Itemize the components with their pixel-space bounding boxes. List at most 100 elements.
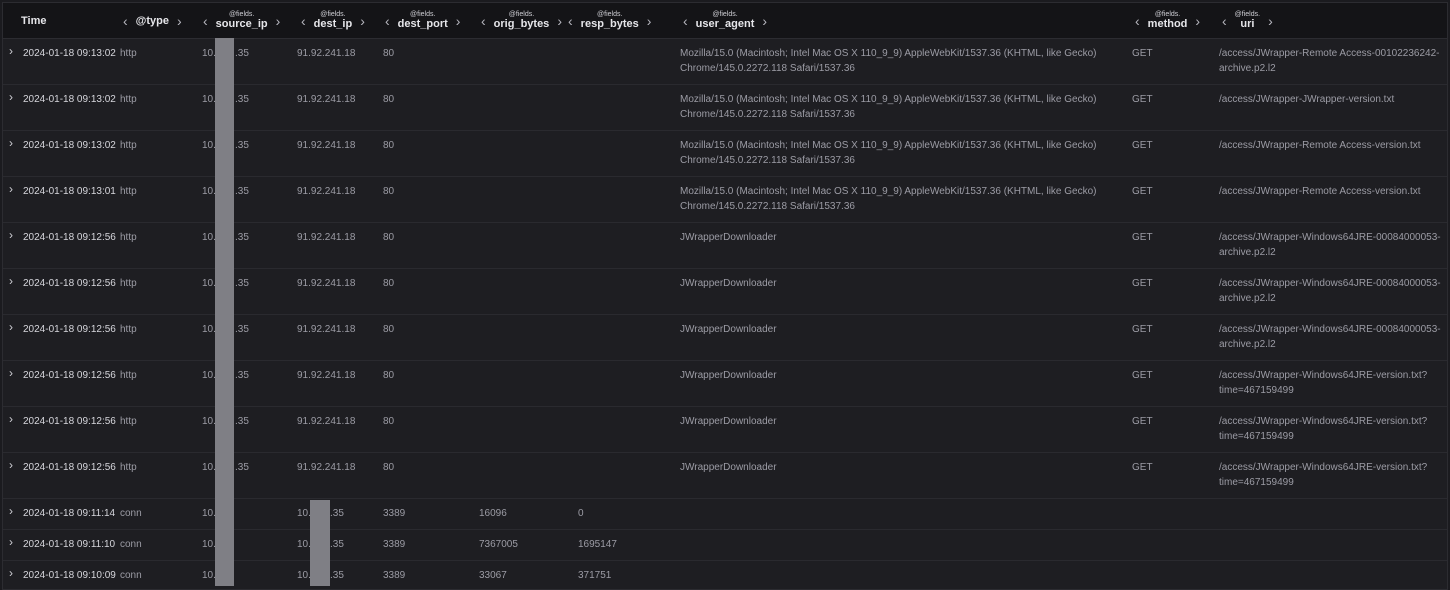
cell-user-agent: Mozilla/15.0 (Macintosh; Intel Mac OS X … <box>680 140 1097 166</box>
column-header-user-agent[interactable]: ‹ @fields. user_agent › <box>681 3 769 38</box>
cell-uri: /access/JWrapper-JWrapper-version.txt <box>1219 94 1395 105</box>
cell-method: GET <box>1132 94 1153 105</box>
cell-time: 2024-01-18 09:13:01 <box>23 186 116 197</box>
cell-dest-port: 80 <box>383 232 395 243</box>
chevron-right-icon[interactable]: › <box>9 274 13 288</box>
cell-method: GET <box>1132 232 1153 243</box>
chevron-left-icon[interactable]: ‹ <box>479 14 488 28</box>
cell-resp-bytes: 0 <box>578 508 584 519</box>
chevron-left-icon[interactable]: ‹ <box>1133 14 1142 28</box>
cell-source-ip-tail: .35 <box>235 232 249 243</box>
chevron-left-icon[interactable]: ‹ <box>201 14 210 28</box>
cell-orig-bytes: 7367005 <box>479 539 518 550</box>
chevron-right-icon[interactable]: › <box>9 228 13 242</box>
column-header-type[interactable]: ‹ @type › <box>121 3 184 38</box>
chevron-right-icon[interactable]: › <box>9 182 13 196</box>
cell-type: http <box>120 278 137 289</box>
cell-dest-port: 80 <box>383 324 395 335</box>
cell-resp-bytes: 1695147 <box>578 539 617 550</box>
cell-time: 2024-01-18 09:12:56 <box>23 370 116 381</box>
cell-time: 2024-01-18 09:12:56 <box>23 232 116 243</box>
chevron-left-icon[interactable]: ‹ <box>121 14 130 28</box>
chevron-left-icon[interactable]: ‹ <box>566 14 575 28</box>
cell-dest-ip: 91.92.241.18 <box>297 370 356 381</box>
column-header-orig-bytes[interactable]: ‹ @fields. orig_bytes › <box>479 3 564 38</box>
chevron-right-icon[interactable]: › <box>9 90 13 104</box>
chevron-right-icon[interactable]: › <box>645 14 654 28</box>
cell-source-ip: 10. <box>202 48 216 59</box>
cell-dest-ip-tail: .35 <box>330 508 344 519</box>
column-label: @type <box>135 14 170 27</box>
cell-uri: /access/JWrapper-Windows64JRE-version.tx… <box>1219 416 1428 442</box>
chevron-right-icon[interactable]: › <box>9 412 13 426</box>
cell-user-agent: JWrapperDownloader <box>680 324 777 335</box>
column-label: method <box>1147 18 1188 30</box>
column-header-uri[interactable]: ‹ @fields. uri › <box>1220 3 1275 38</box>
cell-orig-bytes: 33067 <box>479 570 507 581</box>
cell-dest-port: 80 <box>383 370 395 381</box>
cell-user-agent: Mozilla/15.0 (Macintosh; Intel Mac OS X … <box>680 48 1097 74</box>
cell-method: GET <box>1132 140 1153 151</box>
chevron-right-icon[interactable]: › <box>9 458 13 472</box>
cell-dest-ip: 10. <box>297 539 311 550</box>
chevron-right-icon[interactable]: › <box>454 14 463 28</box>
column-header-source-ip[interactable]: ‹ @fields. source_ip › <box>201 3 282 38</box>
cell-source-ip-tail: .35 <box>235 48 249 59</box>
column-header-resp-bytes[interactable]: ‹ @fields. resp_bytes › <box>566 3 653 38</box>
cell-type: http <box>120 416 137 427</box>
column-label-stack: @fields. resp_bytes <box>581 11 639 30</box>
column-prefix: @fields. <box>597 11 623 18</box>
cell-dest-port: 80 <box>383 94 395 105</box>
cell-dest-ip: 91.92.241.18 <box>297 462 356 473</box>
chevron-right-icon[interactable]: › <box>9 44 13 58</box>
chevron-right-icon[interactable]: › <box>175 14 184 28</box>
cell-dest-ip: 91.92.241.18 <box>297 140 356 151</box>
column-label: orig_bytes <box>493 18 550 30</box>
chevron-right-icon[interactable]: › <box>9 504 13 518</box>
cell-type: conn <box>120 508 142 519</box>
chevron-left-icon[interactable]: ‹ <box>681 14 690 28</box>
cell-source-ip: 10. <box>202 370 216 381</box>
chevron-right-icon[interactable]: › <box>9 136 13 150</box>
column-label: source_ip <box>215 18 268 30</box>
chevron-left-icon[interactable]: ‹ <box>1220 14 1229 28</box>
chevron-left-icon[interactable]: ‹ <box>299 14 308 28</box>
chevron-right-icon[interactable]: › <box>1193 14 1202 28</box>
cell-dest-port: 3389 <box>383 570 406 581</box>
chevron-right-icon[interactable]: › <box>1266 14 1275 28</box>
cell-source-ip-tail: .35 <box>235 416 249 427</box>
chevron-right-icon[interactable]: › <box>9 366 13 380</box>
cell-source-ip-tail: .35 <box>235 278 249 289</box>
cell-user-agent: JWrapperDownloader <box>680 370 777 381</box>
cell-source-ip: 10. <box>202 140 216 151</box>
cell-user-agent: JWrapperDownloader <box>680 278 777 289</box>
cell-type: http <box>120 462 137 473</box>
cell-type: http <box>120 48 137 59</box>
cell-method: GET <box>1132 278 1153 289</box>
chevron-right-icon[interactable]: › <box>358 14 367 28</box>
cell-method: GET <box>1132 324 1153 335</box>
cell-dest-ip-tail: .35 <box>330 570 344 581</box>
column-header-time[interactable]: Time <box>21 3 46 38</box>
column-header-dest-ip[interactable]: ‹ @fields. dest_ip › <box>299 3 367 38</box>
cell-time: 2024-01-18 09:12:56 <box>23 416 116 427</box>
column-header-dest-port[interactable]: ‹ @fields. dest_port › <box>383 3 462 38</box>
column-label: user_agent <box>695 18 755 30</box>
cell-dest-port: 80 <box>383 462 395 473</box>
cell-user-agent: JWrapperDownloader <box>680 462 777 473</box>
chevron-right-icon[interactable]: › <box>555 14 564 28</box>
chevron-right-icon[interactable]: › <box>9 566 13 580</box>
cell-time: 2024-01-18 09:13:02 <box>23 94 116 105</box>
chevron-left-icon[interactable]: ‹ <box>383 14 392 28</box>
chevron-right-icon[interactable]: › <box>274 14 283 28</box>
cell-uri: /access/JWrapper-Windows64JRE-0008400005… <box>1219 232 1441 258</box>
chevron-right-icon[interactable]: › <box>9 320 13 334</box>
column-label: dest_ip <box>313 18 353 30</box>
cell-time: 2024-01-18 09:13:02 <box>23 140 116 151</box>
cell-time: 2024-01-18 09:13:02 <box>23 48 116 59</box>
chevron-right-icon[interactable]: › <box>9 535 13 549</box>
column-header-method[interactable]: ‹ @fields. method › <box>1133 3 1202 38</box>
chevron-right-icon[interactable]: › <box>760 14 769 28</box>
column-prefix: @fields. <box>410 11 436 18</box>
cell-type: conn <box>120 570 142 581</box>
